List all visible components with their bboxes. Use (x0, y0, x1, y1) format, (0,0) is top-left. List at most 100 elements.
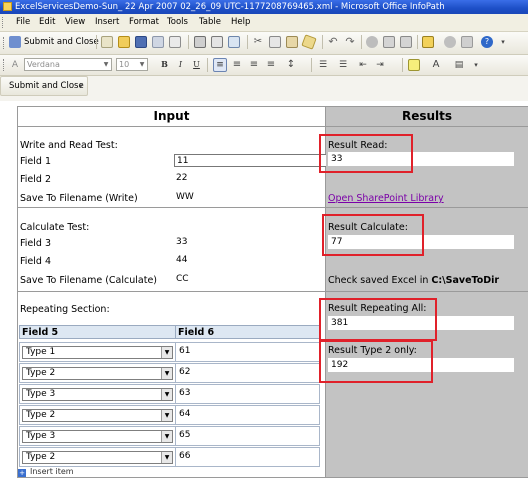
print-preview-icon[interactable] (211, 36, 223, 48)
window-title-bar[interactable]: ExcelServicesDemo-Sun_ 22 Apr 2007 02_26… (0, 0, 528, 14)
highlight-result-calculate (322, 214, 424, 256)
submit-close-button[interactable]: Submit and Close (24, 37, 99, 47)
chevron-down-icon[interactable]: ▼ (161, 368, 172, 379)
field5-select[interactable]: Type 2 ▼ (22, 367, 173, 380)
chevron-down-icon[interactable]: ▼ (161, 410, 172, 421)
field6-value: 65 (179, 430, 191, 440)
font-color-icon[interactable]: A (430, 59, 442, 71)
section-divider (18, 291, 325, 292)
field5-column-header: Field 5 (19, 325, 176, 339)
submit-close-toolbar-button[interactable]: Submit and Close (9, 81, 84, 91)
calculate-heading: Calculate Test: (20, 222, 90, 233)
field2-input[interactable]: 22 (174, 172, 324, 185)
insert-table-icon[interactable] (383, 36, 395, 48)
decrease-indent-icon[interactable]: ⇤ (357, 59, 369, 71)
chevron-down-icon[interactable]: ▼ (161, 431, 172, 442)
table-row-field6[interactable]: 66 (175, 447, 320, 467)
font-size-combobox[interactable]: 10 ▼ (116, 58, 148, 71)
table-row-field6[interactable]: 64 (175, 405, 320, 425)
help-icon[interactable]: ? (481, 36, 493, 48)
edit-form-icon[interactable] (101, 36, 113, 48)
field5-select[interactable]: Type 2 ▼ (22, 409, 173, 422)
field5-select-value: Type 2 (26, 410, 56, 420)
align-center-icon[interactable]: ≡ (231, 59, 243, 71)
field3-input[interactable]: 33 (174, 236, 324, 249)
menu-tools[interactable]: Tools (167, 17, 188, 27)
menu-view[interactable]: View (65, 17, 85, 27)
toolbar-grip[interactable] (2, 17, 6, 28)
field6-column-header: Field 6 (175, 325, 320, 339)
insert-item-icon: + (18, 469, 26, 477)
highlight-icon[interactable] (408, 59, 420, 71)
bold-button[interactable]: B (158, 58, 171, 71)
menu-help[interactable]: Help (231, 17, 250, 27)
save-write-input[interactable]: WW (174, 191, 324, 204)
increase-indent-icon[interactable]: ⇥ (374, 59, 386, 71)
repeating-table: Field 5 Field 6 Type 1 ▼ 61 Type 2 ▼ 62 Ty… (19, 325, 320, 467)
numbered-list-icon[interactable]: ☰ (317, 59, 329, 71)
open-sharepoint-link[interactable]: Open SharePoint Library (328, 193, 444, 204)
print-icon[interactable] (194, 36, 206, 48)
justify-icon[interactable]: ≡ (265, 59, 277, 71)
toolbar-separator (322, 35, 323, 49)
save-icon[interactable] (135, 36, 147, 48)
italic-button[interactable]: I (174, 58, 187, 71)
field5-select[interactable]: Type 3 ▼ (22, 430, 173, 443)
table-row-field6[interactable]: 62 (175, 363, 320, 383)
field1-input[interactable]: 11 (174, 154, 329, 167)
chevron-down-icon[interactable]: ▼ (161, 347, 172, 358)
field5-select[interactable]: Type 1 ▼ (22, 346, 173, 359)
menu-format[interactable]: Format (129, 17, 159, 27)
menu-insert[interactable]: Insert (95, 17, 119, 27)
menu-file[interactable]: File (16, 17, 30, 27)
menu-bar: File Edit View Insert Format Tools Table… (0, 14, 528, 32)
toolbar-options-icon[interactable]: ▾ (79, 82, 83, 90)
font-color-a-icon[interactable]: A (9, 59, 21, 71)
save-write-label: Save To Filename (Write) (20, 193, 138, 204)
font-name-combobox[interactable]: Verdana ▼ (24, 58, 112, 71)
insert-control-icon[interactable] (366, 36, 378, 48)
table-row-field6[interactable]: 61 (175, 342, 320, 362)
field6-value: 66 (179, 451, 191, 461)
bulleted-list-icon[interactable]: ☰ (337, 59, 349, 71)
toolbar-grip[interactable] (3, 37, 6, 49)
research-icon[interactable] (444, 36, 456, 48)
menu-table[interactable]: Table (199, 17, 221, 27)
format-painter-icon[interactable] (301, 34, 317, 50)
toolbar-options-icon[interactable]: ▾ (470, 59, 482, 71)
check-saved-prefix: Check saved Excel in (328, 275, 432, 286)
insert-picture-icon[interactable] (400, 36, 412, 48)
align-left-icon[interactable]: ≡ (213, 58, 227, 72)
check-saved-excel-text: Check saved Excel in C:\SaveToDir (328, 275, 499, 286)
toolbar-grip[interactable] (3, 59, 6, 71)
chevron-down-icon[interactable]: ▼ (161, 389, 172, 400)
submit-icon[interactable] (9, 36, 21, 48)
insert-item-button[interactable]: + Insert item (18, 467, 74, 477)
copy-icon[interactable] (269, 36, 281, 48)
open-folder-icon[interactable] (118, 36, 130, 48)
toolbar-options-icon[interactable]: ▾ (497, 36, 509, 48)
table-row-field6[interactable]: 65 (175, 426, 320, 446)
design-tasks-icon[interactable] (422, 36, 434, 48)
chevron-down-icon[interactable]: ▼ (161, 452, 172, 463)
undo-icon[interactable]: ↶ (327, 36, 339, 48)
field4-input[interactable]: 44 (174, 254, 324, 267)
email-icon[interactable] (169, 36, 181, 48)
field5-select[interactable]: Type 3 ▼ (22, 388, 173, 401)
save-calculate-input[interactable]: CC (174, 273, 324, 286)
field5-select[interactable]: Type 2 ▼ (22, 451, 173, 464)
menu-edit[interactable]: Edit (39, 17, 55, 27)
align-right-icon[interactable]: ≡ (248, 59, 260, 71)
font-size-value: 10 (119, 60, 130, 69)
table-row-field6[interactable]: 63 (175, 384, 320, 404)
digital-signature-icon[interactable] (461, 36, 473, 48)
paste-icon[interactable] (286, 36, 298, 48)
cut-icon[interactable]: ✂ (252, 36, 264, 48)
borders-icon[interactable]: ▤ (453, 59, 465, 71)
line-spacing-icon[interactable]: ↕ (285, 59, 297, 71)
permission-icon[interactable] (152, 36, 164, 48)
spelling-icon[interactable] (228, 36, 240, 48)
redo-icon[interactable]: ↷ (344, 36, 356, 48)
field5-select-value: Type 2 (26, 368, 56, 378)
underline-button[interactable]: U (190, 58, 203, 71)
